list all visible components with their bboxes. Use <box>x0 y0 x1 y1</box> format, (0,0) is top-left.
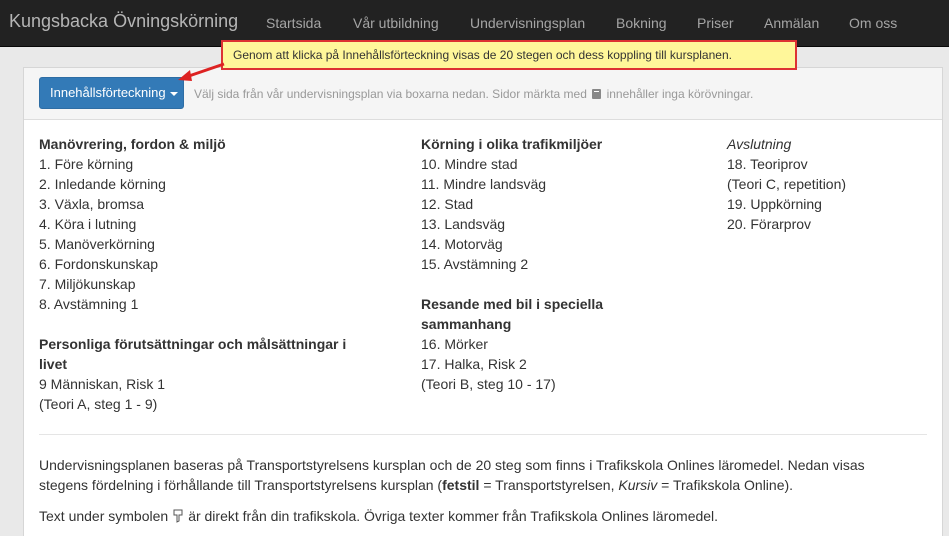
nav-priser[interactable]: Priser <box>697 15 734 31</box>
panel-heading: Innehållsförteckning Välj sida från vår … <box>24 68 942 120</box>
symbol-text-before: Text under symbolen <box>39 508 169 524</box>
link-step-2[interactable]: 2. Inledande körning <box>39 174 379 194</box>
column-1: Manövrering, fordon & miljö 1. Före körn… <box>39 134 379 414</box>
brand-link[interactable]: Kungsbacka Övningskörning <box>9 11 238 32</box>
link-teori-b[interactable]: (Teori B, steg 10 - 17) <box>421 374 681 394</box>
link-step-18[interactable]: 18. Teoriprov <box>727 154 927 174</box>
symbol-text-after: är direkt från din trafikskola. Övriga t… <box>188 508 719 524</box>
link-step-16[interactable]: 16. Mörker <box>421 334 681 354</box>
caret-down-icon <box>169 91 178 96</box>
nav-var-utbildning[interactable]: Vår utbildning <box>353 15 439 31</box>
link-step-12[interactable]: 12. Stad <box>421 194 681 214</box>
link-step-13[interactable]: 13. Landsväg <box>421 214 681 234</box>
intro-line-1: Undervisningsplanen baseras på Transport… <box>39 457 865 473</box>
intro-line-2-end: = Trafikskola Online). <box>657 477 794 493</box>
intro-line-2-mid: = Transportstyrelsen, <box>479 477 619 493</box>
bold-legend: fetstil <box>442 477 480 493</box>
column-2: Körning i olika trafikmiljöer 10. Mindre… <box>421 134 681 394</box>
link-step-4[interactable]: 4. Köra i lutning <box>39 214 379 234</box>
link-step-5[interactable]: 5. Manöverkörning <box>39 234 379 254</box>
link-step-15[interactable]: 15. Avstämning 2 <box>421 254 681 274</box>
link-step-6[interactable]: 6. Fordonskunskap <box>39 254 379 274</box>
link-step-19[interactable]: 19. Uppkörning <box>727 194 927 214</box>
heading-avslutning: Avslutning <box>727 136 792 152</box>
nav-om-oss[interactable]: Om oss <box>849 15 897 31</box>
column-3: Avslutning 18. Teoriprov (Teori C, repet… <box>727 134 927 234</box>
heading-korning: Körning i olika trafikmiljöer <box>421 136 603 152</box>
symbol-paragraph: Text under symbolen är direkt från din tr… <box>39 506 919 526</box>
link-step-3[interactable]: 3. Växla, bromsa <box>39 194 379 214</box>
heading-personliga-line2: livet <box>39 356 68 372</box>
link-step-20[interactable]: 20. Förarprov <box>727 214 927 234</box>
callout-arrow-icon <box>178 62 225 81</box>
link-step-11[interactable]: 11. Mindre landsväg <box>421 174 681 194</box>
heading-personliga: Personliga förutsättningar och målsättni… <box>39 334 379 374</box>
link-step-14[interactable]: 14. Motorväg <box>421 234 681 254</box>
intro-line-2: stegens fördelning i förhållande till Tr… <box>39 475 919 495</box>
italic-legend: Kursiv <box>618 477 658 493</box>
heading-manovrering: Manövrering, fordon & miljö <box>39 136 226 152</box>
link-teori-a[interactable]: (Teori A, steg 1 - 9) <box>39 394 379 414</box>
heading-personliga-line1: Personliga förutsättningar och målsättni… <box>39 336 347 352</box>
link-step-10[interactable]: 10. Mindre stad <box>421 154 681 174</box>
toc-button-label: Innehållsförteckning <box>50 85 166 100</box>
hand-pointer-icon <box>173 509 183 523</box>
hint-text-after: innehåller inga körövningar. <box>606 87 754 101</box>
book-icon <box>592 89 602 99</box>
callout-annotation: Genom att klicka på Innehållsförteckning… <box>221 40 797 70</box>
intro-paragraph: Undervisningsplanen baseras på Transport… <box>39 455 919 495</box>
heading-resande-line2: sammanhang <box>421 316 512 332</box>
link-teori-c[interactable]: (Teori C, repetition) <box>727 174 927 194</box>
toc-dropdown-button[interactable]: Innehållsförteckning <box>39 77 184 109</box>
nav-anmalan[interactable]: Anmälan <box>764 15 819 31</box>
link-step-17[interactable]: 17. Halka, Risk 2 <box>421 354 681 374</box>
link-step-1[interactable]: 1. Före körning <box>39 154 379 174</box>
nav-startsida[interactable]: Startsida <box>266 15 321 31</box>
heading-resande: Resande med bil i speciella sammanhang <box>421 294 681 334</box>
link-step-8[interactable]: 8. Avstämning 1 <box>39 294 379 314</box>
link-step-9[interactable]: 9 Människan, Risk 1 <box>39 374 379 394</box>
nav-undervisningsplan[interactable]: Undervisningsplan <box>470 15 585 31</box>
nav-bokning[interactable]: Bokning <box>616 15 667 31</box>
hint-text: Välj sida från vår undervisningsplan via… <box>194 87 753 101</box>
intro-line-2-start: stegens fördelning i förhållande till Tr… <box>39 477 443 493</box>
divider <box>39 434 927 435</box>
link-step-7[interactable]: 7. Miljökunskap <box>39 274 379 294</box>
hint-text-before: Välj sida från vår undervisningsplan via… <box>194 87 587 101</box>
heading-resande-line1: Resande med bil i speciella <box>421 296 604 312</box>
